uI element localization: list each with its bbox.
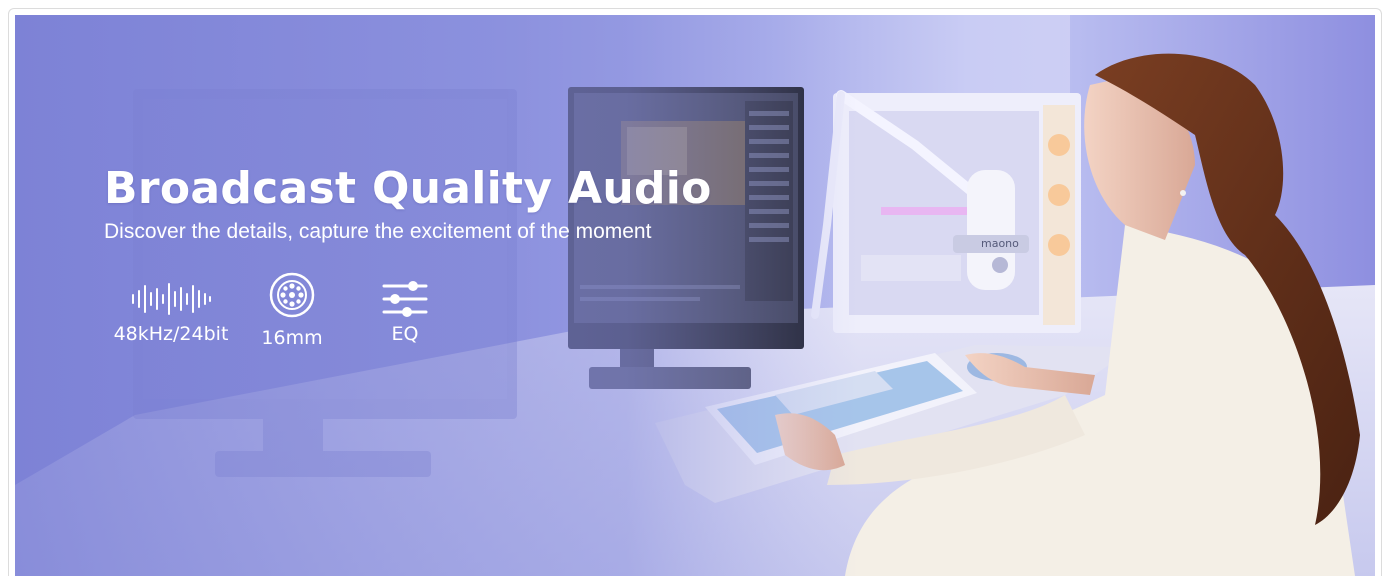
feature-label: EQ: [391, 323, 419, 345]
subheadline: Discover the details, capture the excite…: [104, 220, 652, 243]
sound-wave-icon: [132, 283, 211, 315]
feature-sample-rate: 48kHz/24bit: [109, 277, 233, 345]
eq-sliders-icon: [382, 281, 428, 317]
capsule-icon: [269, 272, 315, 318]
feature-capsule: 16mm: [255, 272, 329, 349]
feature-label: 16mm: [261, 327, 323, 349]
feature-eq: EQ: [370, 277, 440, 345]
headline: Broadcast Quality Audio: [104, 163, 712, 214]
product-banner: maono Broadcast Quality Audio Discover t…: [15, 15, 1375, 576]
feature-label: 48kHz/24bit: [113, 323, 229, 345]
